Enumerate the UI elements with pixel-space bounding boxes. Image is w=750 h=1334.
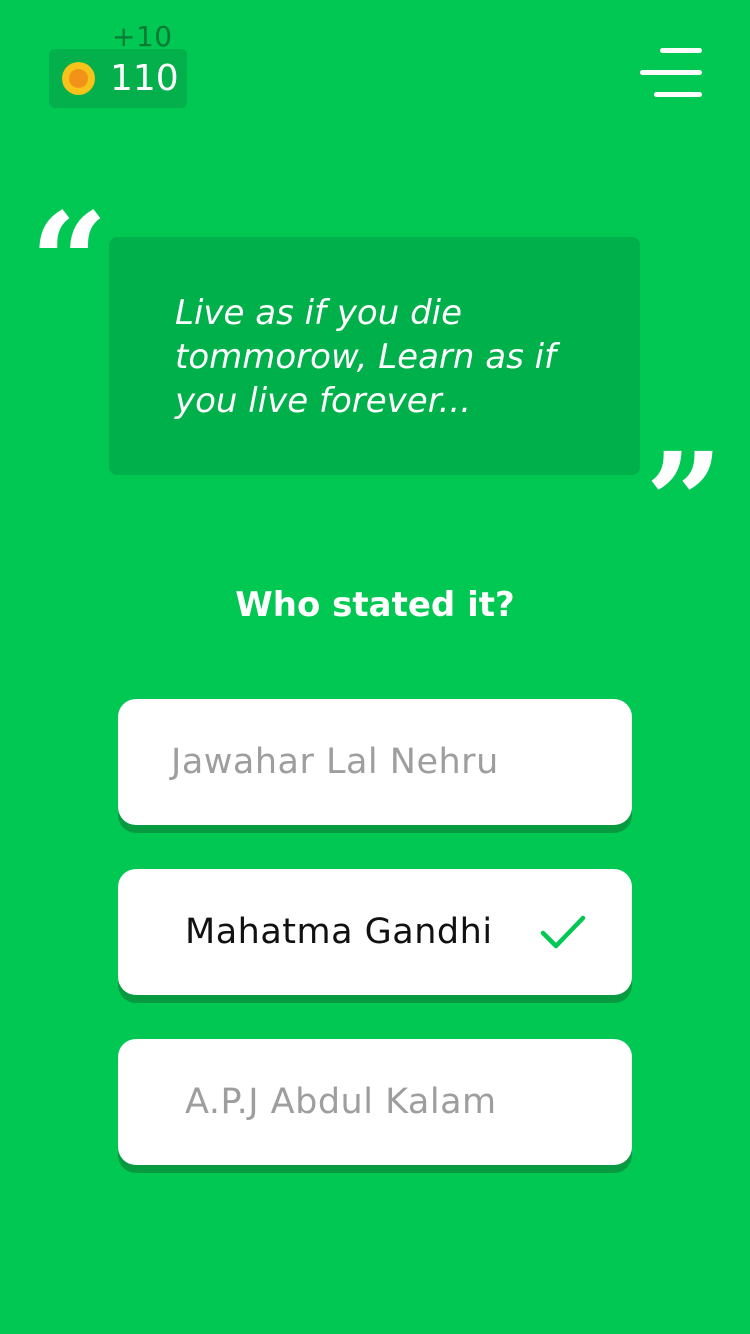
- answer-option-kalam[interactable]: A.P.J Abdul Kalam: [118, 1039, 632, 1165]
- answer-option-nehru[interactable]: Jawahar Lal Nehru: [118, 699, 632, 825]
- answer-option-gandhi[interactable]: Mahatma Gandhi: [118, 869, 632, 995]
- coin-count: 110: [110, 58, 179, 99]
- quote-card: Live as if you die tommorow, Learn as if…: [109, 237, 640, 475]
- option-label: Mahatma Gandhi: [185, 912, 493, 952]
- option-label: A.P.J Abdul Kalam: [185, 1082, 497, 1122]
- check-icon: [540, 915, 586, 949]
- quote-text: Live as if you die tommorow, Learn as if…: [175, 293, 557, 421]
- menu-button[interactable]: [638, 48, 702, 98]
- coin-icon: [62, 62, 95, 95]
- coin-balance: 110: [49, 49, 187, 108]
- open-quote-icon: “: [30, 183, 109, 343]
- question-text: Who stated it?: [235, 585, 515, 625]
- close-quote-icon: ”: [645, 423, 724, 583]
- option-label: Jawahar Lal Nehru: [171, 742, 499, 782]
